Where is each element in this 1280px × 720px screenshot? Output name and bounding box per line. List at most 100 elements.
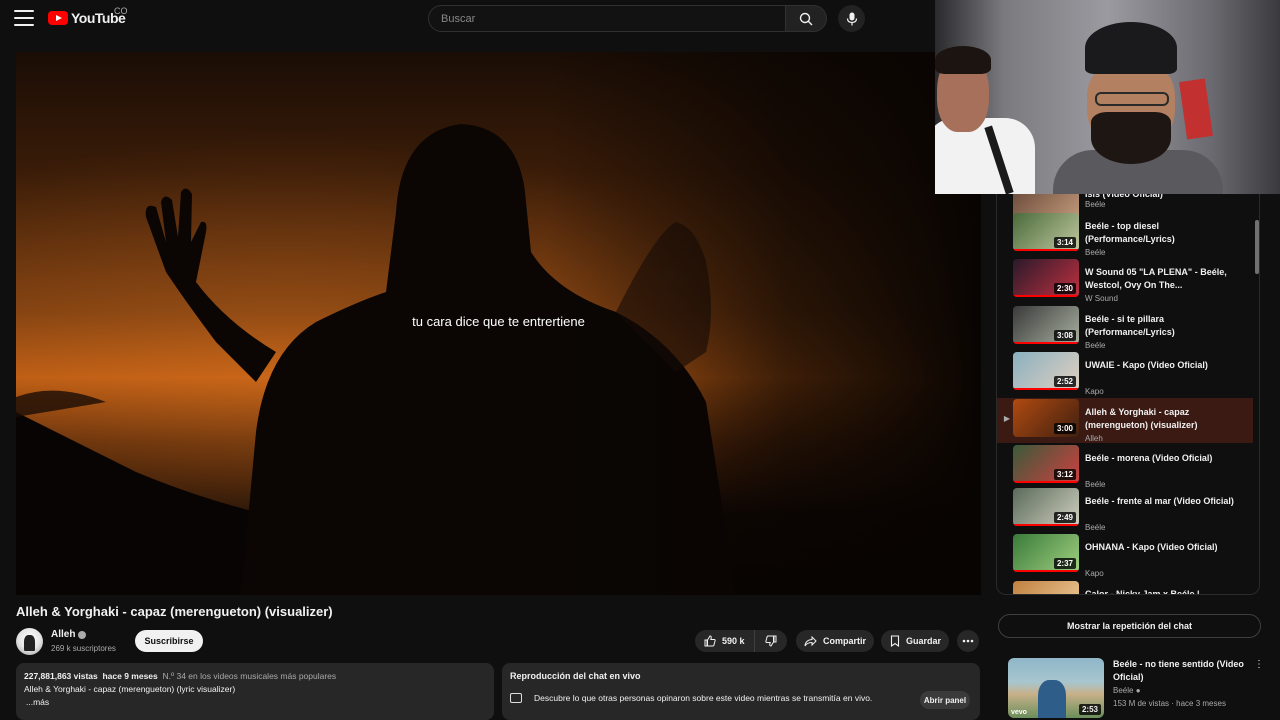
playlist-item-channel: Kapo — [1085, 569, 1104, 578]
playlist-item[interactable]: ▶ 3:00 Alleh & Yorghaki - capaz (merenguet… — [997, 398, 1253, 443]
share-button[interactable]: Compartir — [796, 630, 874, 652]
watched-progress-bar — [1013, 570, 1079, 572]
playlist-thumbnail[interactable]: 3:12 — [1013, 445, 1079, 483]
more-actions-icon[interactable] — [957, 630, 979, 652]
playlist-thumbnail[interactable]: 3:14 — [1013, 213, 1079, 251]
upload-age: hace 9 meses — [102, 671, 158, 681]
playlist-item-title: Beéle - si te pillara (Performance/Lyric… — [1085, 314, 1175, 337]
recommended-duration: 2:53 — [1078, 704, 1101, 715]
search-button[interactable] — [785, 5, 827, 32]
playlist-item[interactable]: 2:49 Beéle - frente al mar (Video Oficial… — [997, 487, 1253, 533]
playlist-item-channel: Kapo — [1085, 387, 1104, 396]
menu-icon[interactable] — [14, 10, 34, 26]
subtitle-caption: tu cara dice que te entrertiene — [412, 314, 585, 329]
search-icon — [799, 12, 813, 25]
playlist-thumbnail[interactable] — [1013, 581, 1079, 594]
like-dislike-group: 590 k — [695, 630, 787, 652]
playlist-thumbnail[interactable]: 2:49 — [1013, 488, 1079, 526]
watched-progress-bar — [1013, 481, 1079, 483]
playlist-item-title: Beéle - top diesel (Performance/Lyrics) — [1085, 221, 1175, 244]
chat-icon — [510, 693, 522, 703]
chat-replay-title: Reproducción del chat en vivo — [510, 671, 641, 681]
playlist-panel: 2:39Isis (Video Oficial)Beéle3:14Beéle -… — [996, 194, 1260, 595]
youtube-play-icon — [48, 11, 68, 25]
watched-progress-bar — [1013, 249, 1079, 251]
playlist-item[interactable]: 3:12 Beéle - morena (Video Oficial) Beéle — [997, 444, 1253, 490]
thumbnail-figure — [1038, 680, 1066, 718]
recommended-video[interactable]: vevo 2:53 Beéle - no tiene sentido (Vide… — [996, 655, 1280, 720]
search-box[interactable] — [428, 5, 786, 32]
playlist-item-channel: Beéle — [1085, 248, 1106, 257]
description-box[interactable]: 227,881,863 vistas hace 9 meses N.º 34 e… — [16, 663, 494, 720]
voice-search-button[interactable] — [838, 5, 865, 32]
playlist-item[interactable]: 3:14 Beéle - top diesel (Performance/Lyri… — [997, 212, 1253, 258]
playlist-item-channel: Beéle — [1085, 523, 1106, 532]
show-more-link[interactable]: ...más — [26, 697, 486, 707]
playlist-scrollbar[interactable] — [1255, 220, 1259, 274]
more-horizontal-icon — [962, 639, 974, 643]
like-button[interactable]: 590 k — [695, 630, 755, 652]
subscriber-count: 269 k suscriptores — [51, 644, 116, 653]
view-count: 227,881,863 vistas — [24, 671, 98, 681]
playlist-thumbnail[interactable]: 2:37 — [1013, 534, 1079, 572]
recommended-meta: 153 M de vistas · hace 3 meses — [1113, 699, 1226, 708]
playlist-duration: 3:14 — [1053, 237, 1076, 248]
live-chat-replay-box: Reproducción del chat en vivo Descubre l… — [502, 663, 980, 720]
like-count: 590 k — [722, 636, 745, 646]
masthead: YouTube CO — [0, 0, 935, 36]
now-playing-icon: ▶ — [1003, 414, 1011, 423]
playlist-item-title: Alleh & Yorghaki - capaz (merengueton) (… — [1085, 407, 1198, 430]
recommended-channel[interactable]: Beéle ● — [1113, 686, 1141, 695]
watched-progress-bar — [1013, 388, 1079, 390]
playlist-item[interactable]: 2:30 W Sound 05 "LA PLENA" - Beéle, Westc… — [997, 258, 1253, 304]
share-icon — [804, 635, 817, 646]
description-text: Alleh & Yorghaki - capaz (merengueton) (… — [24, 684, 236, 694]
show-chat-replay-button[interactable]: Mostrar la repetición del chat — [998, 614, 1261, 638]
more-vertical-icon[interactable]: ⋮ — [1254, 659, 1264, 670]
vevo-watermark: vevo — [1011, 709, 1027, 716]
chat-replay-info: Descubre lo que otras personas opinaron … — [510, 693, 872, 703]
save-button[interactable]: Guardar — [881, 630, 949, 652]
playlist-thumbnail[interactable]: 2:52 — [1013, 352, 1079, 390]
playlist-item-channel: Alleh — [1085, 434, 1103, 443]
bookmark-icon — [890, 635, 900, 647]
dislike-button[interactable] — [755, 630, 787, 652]
playlist-item-title: W Sound 05 "LA PLENA" - Beéle, Westcol, … — [1085, 267, 1227, 290]
playlist-thumbnail[interactable]: 3:08 — [1013, 306, 1079, 344]
playlist-item[interactable]: 2:52 UWAIE - Kapo (Video Oficial) Kapo — [997, 351, 1253, 397]
playlist-item-title: Calor - Nicky Jam x Beéle | — [1085, 589, 1200, 595]
playlist-duration: 2:37 — [1053, 558, 1076, 569]
recommended-title[interactable]: Beéle - no tiene sentido (Video Oficial) — [1113, 658, 1248, 684]
playlist-item-title: OHNANA - Kapo (Video Oficial) — [1085, 542, 1218, 552]
playlist-item[interactable]: Calor - Nicky Jam x Beéle | — [997, 580, 1253, 595]
playlist-item-channel: W Sound — [1085, 294, 1118, 303]
playlist-item[interactable]: 3:08 Beéle - si te pillara (Performance/L… — [997, 305, 1253, 351]
watched-progress-bar — [1013, 342, 1079, 344]
video-player[interactable]: tu cara dice que te entrertiene — [16, 52, 981, 595]
playlist-item-title: Beéle - frente al mar (Video Oficial) — [1085, 496, 1234, 506]
description-stats: 227,881,863 vistas hace 9 meses N.º 34 e… — [24, 671, 486, 681]
playlist-item[interactable]: 2:37 OHNANA - Kapo (Video Oficial) Kapo — [997, 533, 1253, 579]
playlist-duration: 3:12 — [1053, 469, 1076, 480]
playlist-duration: 2:49 — [1053, 512, 1076, 523]
playlist-duration: 3:08 — [1053, 330, 1076, 341]
subscribe-button[interactable]: Suscribirse — [135, 630, 203, 652]
playlist-item-channel: Beéle — [1085, 200, 1106, 209]
playlist-thumbnail[interactable]: 2:30 — [1013, 259, 1079, 297]
person-left-hair — [935, 46, 991, 74]
chart-rank[interactable]: N.º 34 en los videos musicales más popul… — [163, 671, 337, 681]
open-panel-button[interactable]: Abrir panel — [920, 691, 970, 709]
person-right-beard — [1091, 112, 1171, 164]
thumbs-down-icon — [765, 635, 777, 647]
playlist-duration: 2:52 — [1053, 376, 1076, 387]
youtube-logo[interactable]: YouTube CO — [48, 6, 128, 26]
playlist-item-title: Isis (Video Oficial) — [1085, 194, 1163, 199]
chat-replay-description: Descubre lo que otras personas opinaron … — [534, 693, 873, 703]
playlist-thumbnail[interactable]: 3:00 — [1013, 399, 1079, 437]
channel-name[interactable]: Alleh — [51, 629, 75, 640]
country-code: CO — [114, 6, 128, 16]
recommended-thumbnail[interactable]: vevo 2:53 — [1008, 658, 1104, 718]
playlist-duration: 3:00 — [1053, 423, 1076, 434]
channel-avatar[interactable] — [16, 628, 43, 655]
search-input[interactable] — [441, 12, 773, 25]
